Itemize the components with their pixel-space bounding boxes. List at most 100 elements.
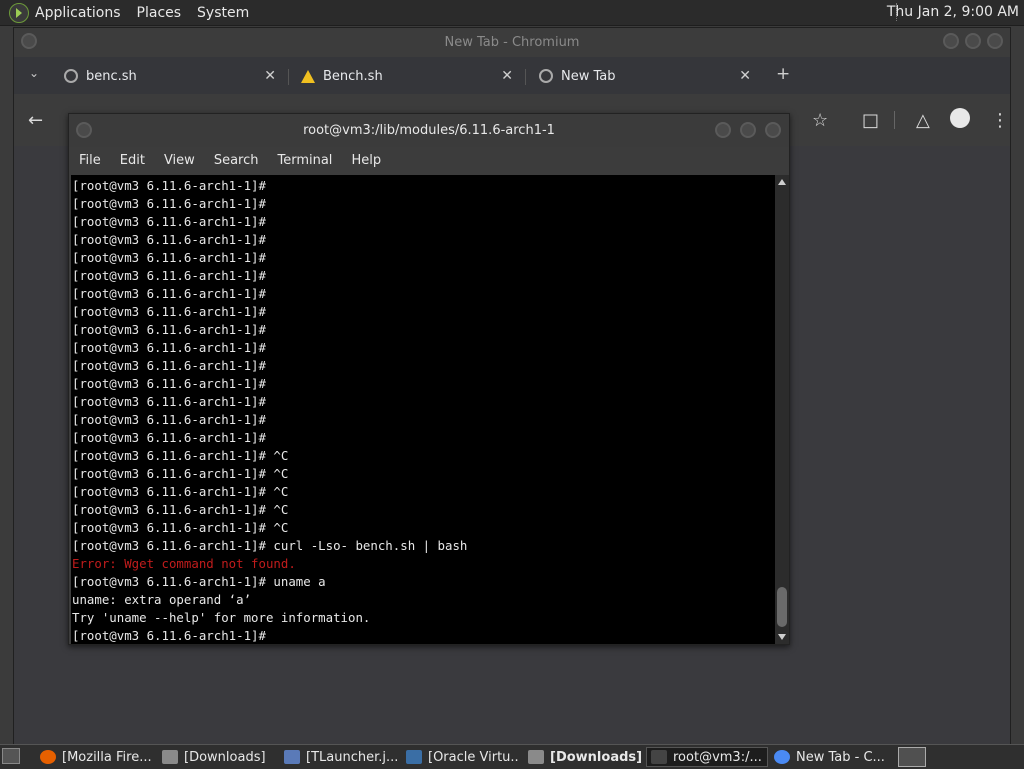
places-menu[interactable]: Places (137, 5, 182, 21)
back-icon[interactable]: ← (28, 110, 43, 131)
chromium-titlebar[interactable]: New Tab - Chromium (14, 28, 1010, 57)
terminal-window-title: root@vm3:/lib/modules/6.11.6-arch1-1 (303, 123, 555, 138)
applications-menu[interactable]: Applications (35, 5, 121, 21)
taskbar-label: [Oracle Virtu... (428, 749, 520, 765)
terminal-line: [root@vm3 6.11.6-arch1-1]# ^C (72, 520, 289, 535)
terminal-menubar: File Edit View Search Terminal Help (69, 147, 789, 173)
tab-divider (525, 69, 526, 85)
menu-help[interactable]: Help (351, 153, 381, 168)
taskbar-button[interactable]: [Downloads] (524, 747, 642, 767)
taskbar-button[interactable]: root@vm3:/... (646, 747, 768, 767)
close-icon[interactable] (987, 33, 1003, 49)
minimize-icon[interactable] (715, 122, 731, 138)
terminal-line: [root@vm3 6.11.6-arch1-1]# (72, 376, 266, 391)
tab-label: New Tab (561, 68, 616, 84)
terminal-line: [root@vm3 6.11.6-arch1-1]# (72, 286, 266, 301)
clock[interactable]: Thu Jan 2, 9:00 AM (887, 4, 1019, 20)
taskbar-label: [TLauncher.j... (306, 749, 398, 765)
kebab-menu-icon[interactable]: ⋮ (991, 110, 1009, 131)
virtualbox-icon (406, 750, 422, 764)
terminal-scrollbar[interactable] (775, 175, 789, 644)
maximize-icon[interactable] (740, 122, 756, 138)
menu-file[interactable]: File (79, 153, 101, 168)
scroll-up-icon[interactable] (778, 179, 786, 185)
terminal-line: [root@vm3 6.11.6-arch1-1]# uname a (72, 574, 326, 589)
tab-divider (288, 69, 289, 85)
distro-logo-icon[interactable] (9, 2, 29, 23)
tab-strip: ⌄ benc.sh ✕ Bench.sh ✕ New Tab ✕ + (14, 57, 1010, 94)
terminal-window: root@vm3:/lib/modules/6.11.6-arch1-1 Fil… (68, 113, 790, 645)
terminal-line: [root@vm3 6.11.6-arch1-1]# (72, 178, 266, 193)
terminal-line: [root@vm3 6.11.6-arch1-1]# (72, 250, 266, 265)
labs-flask-icon[interactable]: △ (916, 110, 930, 131)
taskbar-label: New Tab - C... (796, 749, 885, 765)
taskbar-label: [Mozilla Fire... (62, 749, 152, 765)
scroll-down-icon[interactable] (778, 634, 786, 640)
terminal-line: uname: extra operand ‘a’ (72, 592, 252, 607)
terminal-line: [root@vm3 6.11.6-arch1-1]# ^C (72, 448, 289, 463)
terminal-line: [root@vm3 6.11.6-arch1-1]# curl -Lso- be… (72, 538, 468, 553)
show-desktop-icon[interactable] (2, 748, 20, 764)
terminal-output[interactable]: [root@vm3 6.11.6-arch1-1]# [root@vm3 6.11… (71, 175, 775, 644)
tab-search-chevron-icon[interactable]: ⌄ (29, 66, 39, 80)
minimize-icon[interactable] (943, 33, 959, 49)
tab-close-icon[interactable]: ✕ (264, 68, 276, 84)
terminal-line: [root@vm3 6.11.6-arch1-1]# ^C (72, 502, 289, 517)
terminal-line: [root@vm3 6.11.6-arch1-1]# (72, 628, 266, 643)
tab-bench-sh[interactable]: Bench.sh ✕ (301, 60, 513, 92)
terminal-line: [root@vm3 6.11.6-arch1-1]# (72, 430, 266, 445)
profile-avatar-icon[interactable] (950, 108, 970, 128)
workspace-switcher[interactable] (898, 747, 926, 767)
window-menu-icon[interactable] (21, 33, 37, 49)
terminal-line: Try 'uname --help' for more information. (72, 610, 371, 625)
terminal-line: [root@vm3 6.11.6-arch1-1]# (72, 196, 266, 211)
globe-icon (64, 69, 78, 83)
tab-benc-sh[interactable]: benc.sh ✕ (64, 60, 276, 92)
taskbar-button[interactable]: [TLauncher.j... (280, 747, 398, 767)
terminal-line: [root@vm3 6.11.6-arch1-1]# (72, 394, 266, 409)
taskbar-button[interactable]: [Mozilla Fire... (36, 747, 154, 767)
folder-icon (162, 750, 178, 764)
folder-icon (528, 750, 544, 764)
extensions-icon[interactable]: □ (862, 110, 879, 131)
tab-label: benc.sh (86, 68, 137, 84)
firefox-icon (40, 750, 56, 764)
java-icon (284, 750, 300, 764)
terminal-line: [root@vm3 6.11.6-arch1-1]# (72, 340, 266, 355)
tab-label: Bench.sh (323, 68, 383, 84)
taskbar-button[interactable]: [Downloads] (158, 747, 276, 767)
menu-search[interactable]: Search (214, 153, 259, 168)
chromium-icon (774, 750, 790, 764)
system-menu[interactable]: System (197, 5, 249, 21)
terminal-line: [root@vm3 6.11.6-arch1-1]# (72, 304, 266, 319)
scrollbar-thumb[interactable] (777, 587, 787, 627)
taskbar-label: root@vm3:/... (673, 749, 762, 765)
taskbar-label: [Downloads] (184, 749, 266, 765)
chromium-window-title: New Tab - Chromium (444, 35, 580, 50)
window-menu-icon[interactable] (76, 122, 92, 138)
terminal-line: [root@vm3 6.11.6-arch1-1]# ^C (72, 466, 289, 481)
tab-new-tab[interactable]: New Tab ✕ (539, 60, 751, 92)
close-icon[interactable] (765, 122, 781, 138)
taskbar-button[interactable]: New Tab - C... (770, 747, 888, 767)
taskbar: [Mozilla Fire... [Downloads] [TLauncher.j.… (0, 744, 1024, 769)
maximize-icon[interactable] (965, 33, 981, 49)
new-tab-icon[interactable]: + (776, 64, 790, 84)
menu-view[interactable]: View (164, 153, 195, 168)
tab-close-icon[interactable]: ✕ (501, 68, 513, 84)
menu-terminal[interactable]: Terminal (277, 153, 332, 168)
terminal-line: [root@vm3 6.11.6-arch1-1]# (72, 214, 266, 229)
taskbar-button[interactable]: [Oracle Virtu... (402, 747, 520, 767)
tab-close-icon[interactable]: ✕ (739, 68, 751, 84)
top-panel: Applications Places System Thu Jan 2, 9:… (0, 0, 1024, 26)
terminal-titlebar[interactable]: root@vm3:/lib/modules/6.11.6-arch1-1 (69, 114, 789, 147)
bookmark-star-icon[interactable]: ☆ (812, 110, 828, 131)
terminal-line: [root@vm3 6.11.6-arch1-1]# ^C (72, 484, 289, 499)
taskbar-label: [Downloads] (550, 749, 642, 765)
globe-icon (539, 69, 553, 83)
terminal-icon (651, 750, 667, 764)
menu-edit[interactable]: Edit (120, 153, 145, 168)
terminal-line: [root@vm3 6.11.6-arch1-1]# (72, 232, 266, 247)
terminal-line: [root@vm3 6.11.6-arch1-1]# (72, 322, 266, 337)
terminal-line: [root@vm3 6.11.6-arch1-1]# (72, 412, 266, 427)
